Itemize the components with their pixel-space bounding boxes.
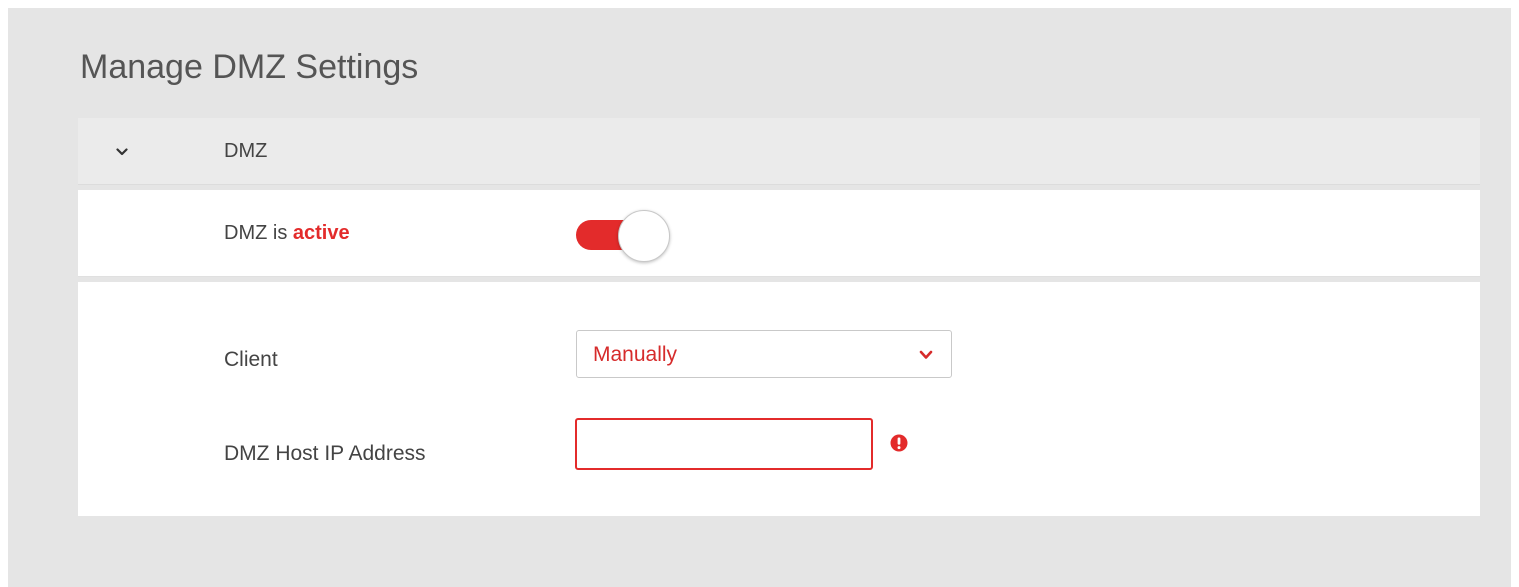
chevron-down-icon — [116, 148, 128, 156]
error-exclamation-icon — [890, 434, 908, 452]
ip-address-input[interactable] — [575, 418, 873, 470]
dmz-form-card: Client Manually DMZ Host IP Address — [78, 282, 1480, 516]
dmz-status-prefix: DMZ is — [224, 222, 293, 244]
dmz-status-card: DMZ is active — [78, 190, 1480, 277]
client-label: Client — [224, 348, 278, 371]
dmz-status-text: DMZ is active — [224, 222, 350, 245]
toggle-knob — [618, 210, 670, 262]
dmz-toggle[interactable] — [576, 210, 672, 262]
ip-address-label: DMZ Host IP Address — [224, 442, 426, 465]
chevron-down-icon — [919, 350, 933, 359]
settings-panel: Manage DMZ Settings DMZ DMZ is active Cl… — [8, 8, 1511, 587]
page-title: Manage DMZ Settings — [80, 48, 419, 86]
client-select-value: Manually — [593, 343, 678, 366]
dmz-status-value: active — [292, 222, 350, 244]
dmz-section-header[interactable]: DMZ — [78, 118, 1480, 185]
section-title: DMZ — [224, 140, 268, 162]
client-select[interactable]: Manually — [576, 330, 952, 378]
